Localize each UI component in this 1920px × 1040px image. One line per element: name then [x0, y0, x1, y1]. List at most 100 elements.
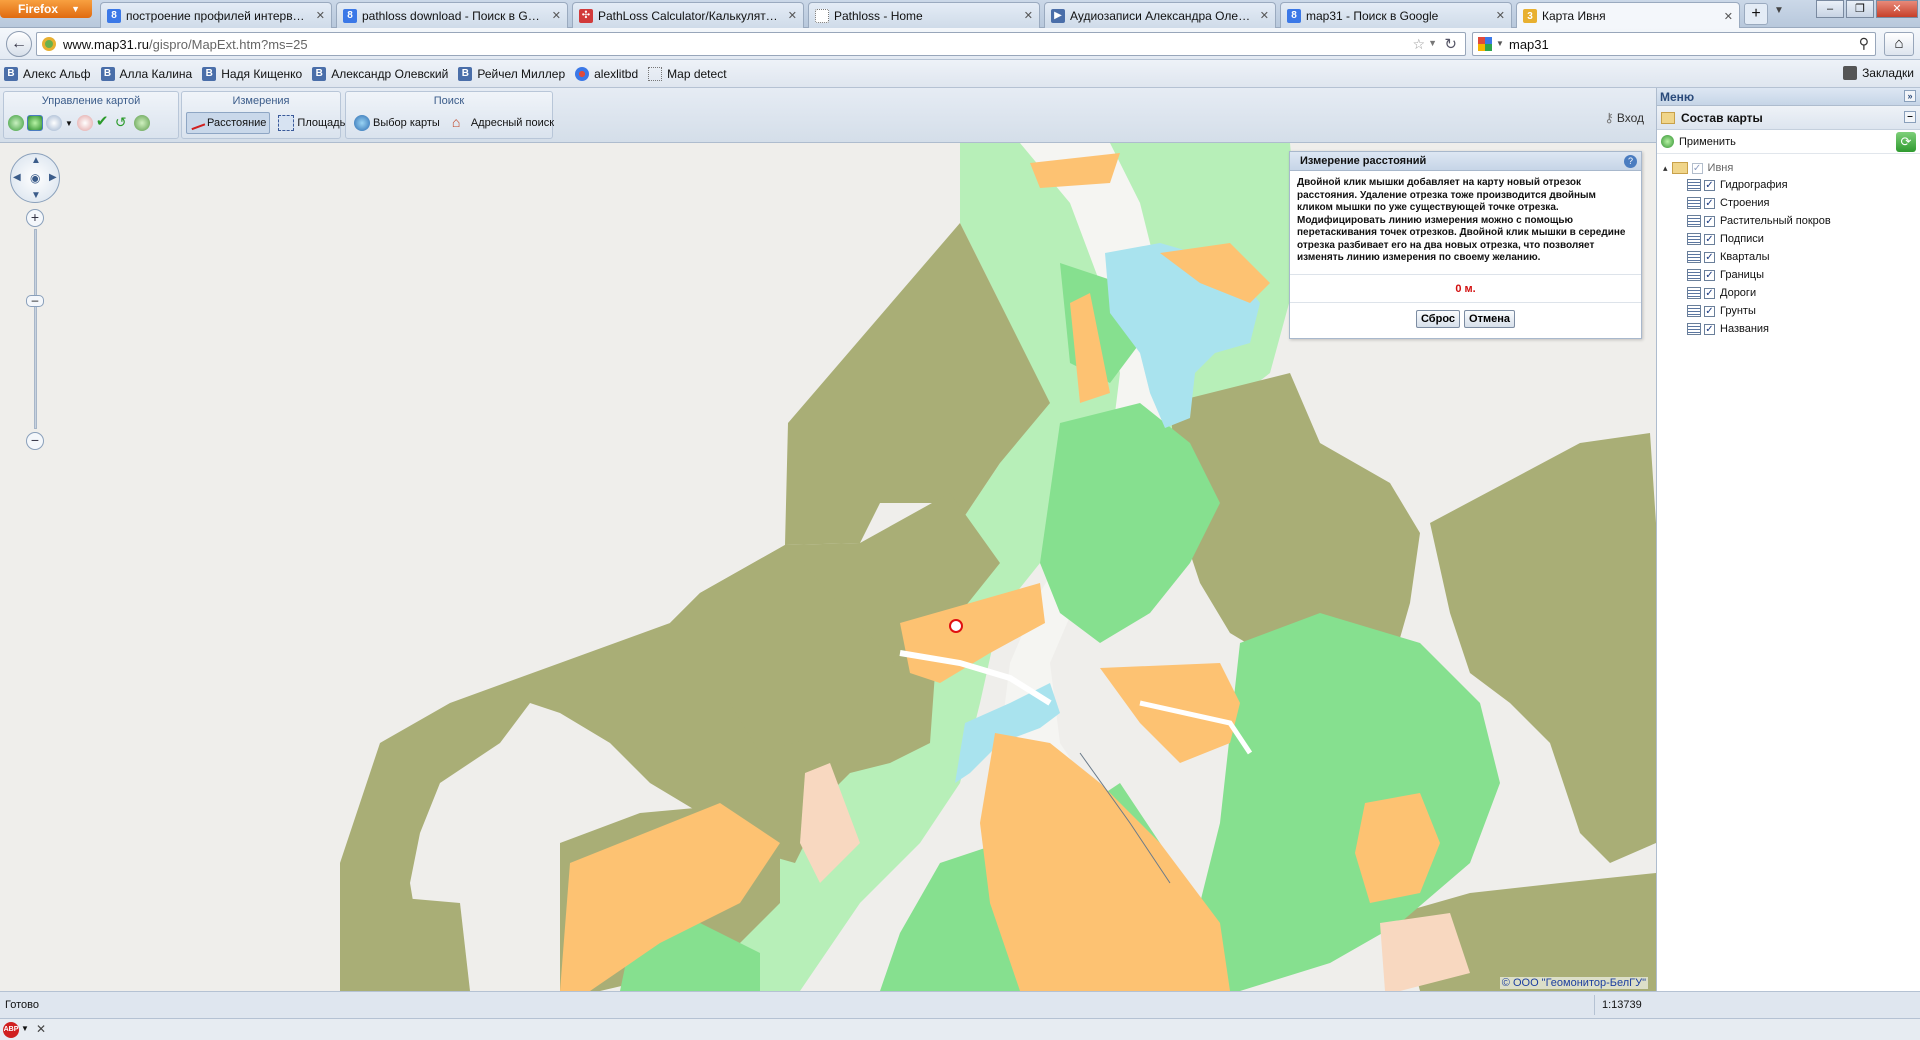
reset-button[interactable]: Сброс: [1416, 310, 1461, 328]
layer-item[interactable]: ✓ Гидрография: [1657, 176, 1920, 194]
undo-icon[interactable]: ↺: [115, 115, 131, 131]
tab-close-icon[interactable]: ✕: [316, 9, 325, 22]
map-canvas[interactable]: © ООО "Геомонитор-БелГУ" ▲ ▼ ◀ ▶ ◉ + – −…: [0, 143, 1656, 991]
search-bar[interactable]: ▼ map31 ⚲: [1472, 32, 1876, 56]
tree-root-ivnya[interactable]: ▴ ✓ Ивня: [1657, 160, 1920, 176]
bookmark-star-icon[interactable]: ☆: [1412, 36, 1425, 53]
layer-item[interactable]: ✓ Растительный покров: [1657, 212, 1920, 230]
tab-close-icon[interactable]: ✕: [788, 9, 797, 22]
pan-icon[interactable]: [27, 115, 43, 131]
layer-item[interactable]: ✓ Дороги: [1657, 284, 1920, 302]
measure-point-marker[interactable]: [949, 619, 963, 633]
map-layers-section[interactable]: Состав карты –: [1657, 106, 1920, 130]
maximize-button[interactable]: ❐: [1846, 0, 1874, 18]
tab-6[interactable]: 8 map31 - Поиск в Google ✕: [1280, 2, 1512, 28]
layer-checkbox[interactable]: ✓: [1704, 251, 1715, 263]
layer-checkbox[interactable]: ✓: [1704, 197, 1715, 209]
google-search-engine-icon[interactable]: [1477, 36, 1493, 52]
tab-close-icon[interactable]: ✕: [1024, 9, 1033, 22]
reload-icon[interactable]: ↻: [1444, 35, 1457, 53]
pan-up-icon[interactable]: ▲: [31, 155, 41, 166]
bookmark-item[interactable]: B Александр Олевский: [312, 66, 448, 81]
bookmark-item[interactable]: B Алекс Альф: [4, 66, 91, 81]
layer-checkbox[interactable]: ✓: [1704, 233, 1715, 245]
cancel-button[interactable]: Отмена: [1464, 310, 1515, 328]
layer-item[interactable]: ✓ Кварталы: [1657, 248, 1920, 266]
check-icon[interactable]: ✔: [96, 114, 112, 131]
layer-item[interactable]: ✓ Подписи: [1657, 230, 1920, 248]
layer-checkbox[interactable]: ✓: [1704, 179, 1715, 191]
zoom-in-button[interactable]: +: [26, 209, 44, 227]
pan-control[interactable]: ▲ ▼ ◀ ▶ ◉: [10, 153, 60, 203]
search-engine-dropdown-icon[interactable]: ▼: [1496, 39, 1504, 48]
zoom-icon[interactable]: [46, 115, 62, 131]
tab-3[interactable]: ✣ PathLoss Calculator/Калькулятор ... ✕: [572, 2, 804, 28]
tab-close-icon[interactable]: ✕: [1260, 9, 1269, 22]
area-polygon-icon: [278, 115, 295, 131]
tab-1[interactable]: 8 построение профилей интервал... ✕: [100, 2, 332, 28]
collapse-panel-icon[interactable]: »: [1904, 90, 1916, 102]
tab-close-icon[interactable]: ✕: [1724, 10, 1733, 23]
help-icon[interactable]: ?: [1624, 155, 1637, 168]
url-bar[interactable]: www.map31.ru/gispro/MapExt.htm?ms=25 ☆ ▼…: [36, 32, 1466, 56]
layer-checkbox[interactable]: ✓: [1704, 305, 1715, 317]
close-addon-bar-icon[interactable]: ✕: [36, 1022, 46, 1036]
apply-button[interactable]: Применить ⟳: [1657, 130, 1920, 154]
bookmark-item[interactable]: B Алла Калина: [100, 66, 192, 81]
home-button[interactable]: ⌂: [1884, 32, 1914, 56]
url-history-dropdown-icon[interactable]: ▼: [1428, 38, 1437, 48]
layers-folder-icon: [1661, 111, 1675, 124]
list-all-tabs-icon[interactable]: ▼: [1774, 5, 1784, 16]
bookmark-item[interactable]: alexlitbd: [575, 66, 638, 81]
tab-7-active[interactable]: 3 Карта Ивня ✕: [1516, 2, 1740, 29]
firefox-menu-button[interactable]: Firefox ▼: [0, 0, 92, 18]
minimize-section-icon[interactable]: –: [1904, 111, 1916, 123]
bookmark-item[interactable]: B Надя Кищенко: [202, 66, 302, 81]
apply-check-icon: [1661, 135, 1674, 148]
layer-item[interactable]: ✓ Грунты: [1657, 302, 1920, 320]
distance-button[interactable]: Расстояние: [186, 112, 271, 134]
refresh-layers-icon[interactable]: ⟳: [1896, 132, 1916, 152]
browser-window: Firefox ▼ 8 построение профилей интервал.…: [0, 0, 1920, 1040]
zoom-slider-thumb[interactable]: –: [26, 294, 44, 307]
bookmark-item[interactable]: Map detect: [648, 66, 727, 81]
pan-left-icon[interactable]: ◀: [13, 172, 21, 183]
tab-close-icon[interactable]: ✕: [552, 9, 561, 22]
zoom-out-button[interactable]: −: [26, 432, 44, 450]
pan-down-icon[interactable]: ▼: [31, 190, 41, 201]
login-button[interactable]: ⚷ Вход: [1604, 110, 1644, 126]
tab-5[interactable]: ▶ Аудиозаписи Александра Олевск... ✕: [1044, 2, 1276, 28]
choose-map-button[interactable]: Выбор карты: [350, 112, 444, 134]
tab-2[interactable]: 8 pathloss download - Поиск в Goo... ✕: [336, 2, 568, 28]
layer-checkbox[interactable]: ✓: [1704, 287, 1715, 299]
zoom-rect-icon[interactable]: [76, 115, 93, 131]
pan-right-icon[interactable]: ▶: [49, 172, 57, 183]
minimize-button[interactable]: –: [1816, 0, 1844, 18]
adblock-dropdown-icon[interactable]: ▼: [21, 1024, 29, 1033]
tab-close-icon[interactable]: ✕: [1496, 9, 1505, 22]
pan-center-icon[interactable]: ◉: [30, 171, 40, 185]
new-tab-button[interactable]: +: [1744, 3, 1768, 25]
bookmarks-menu-button[interactable]: Закладки: [1843, 66, 1914, 80]
zoom-slider-track[interactable]: [34, 229, 37, 429]
tree-expand-icon[interactable]: ▴: [1663, 163, 1668, 174]
adblock-plus-icon[interactable]: ABP: [3, 1022, 19, 1038]
close-window-button[interactable]: ✕: [1876, 0, 1918, 18]
bookmark-item[interactable]: B Рейчел Миллер: [458, 66, 565, 81]
zoom-dropdown-icon[interactable]: ▼: [65, 119, 73, 128]
address-search-button[interactable]: ⌂ Адресный поиск: [448, 112, 558, 134]
globe-icon[interactable]: [8, 115, 24, 131]
layer-item[interactable]: ✓ Строения: [1657, 194, 1920, 212]
refresh-map-icon[interactable]: [133, 115, 150, 131]
root-checkbox[interactable]: ✓: [1691, 162, 1703, 174]
layer-checkbox[interactable]: ✓: [1704, 215, 1715, 227]
layer-item[interactable]: ✓ Названия: [1657, 320, 1920, 338]
layer-checkbox[interactable]: ✓: [1704, 323, 1715, 335]
layer-item[interactable]: ✓ Границы: [1657, 266, 1920, 284]
map31-icon: 3: [1523, 9, 1537, 23]
back-button[interactable]: ←: [6, 31, 32, 57]
tab-4[interactable]: Pathloss - Home ✕: [808, 2, 1040, 28]
area-button[interactable]: Площадь: [274, 112, 349, 134]
layer-checkbox[interactable]: ✓: [1704, 269, 1715, 281]
search-magnifier-icon[interactable]: ⚲: [1859, 35, 1869, 52]
